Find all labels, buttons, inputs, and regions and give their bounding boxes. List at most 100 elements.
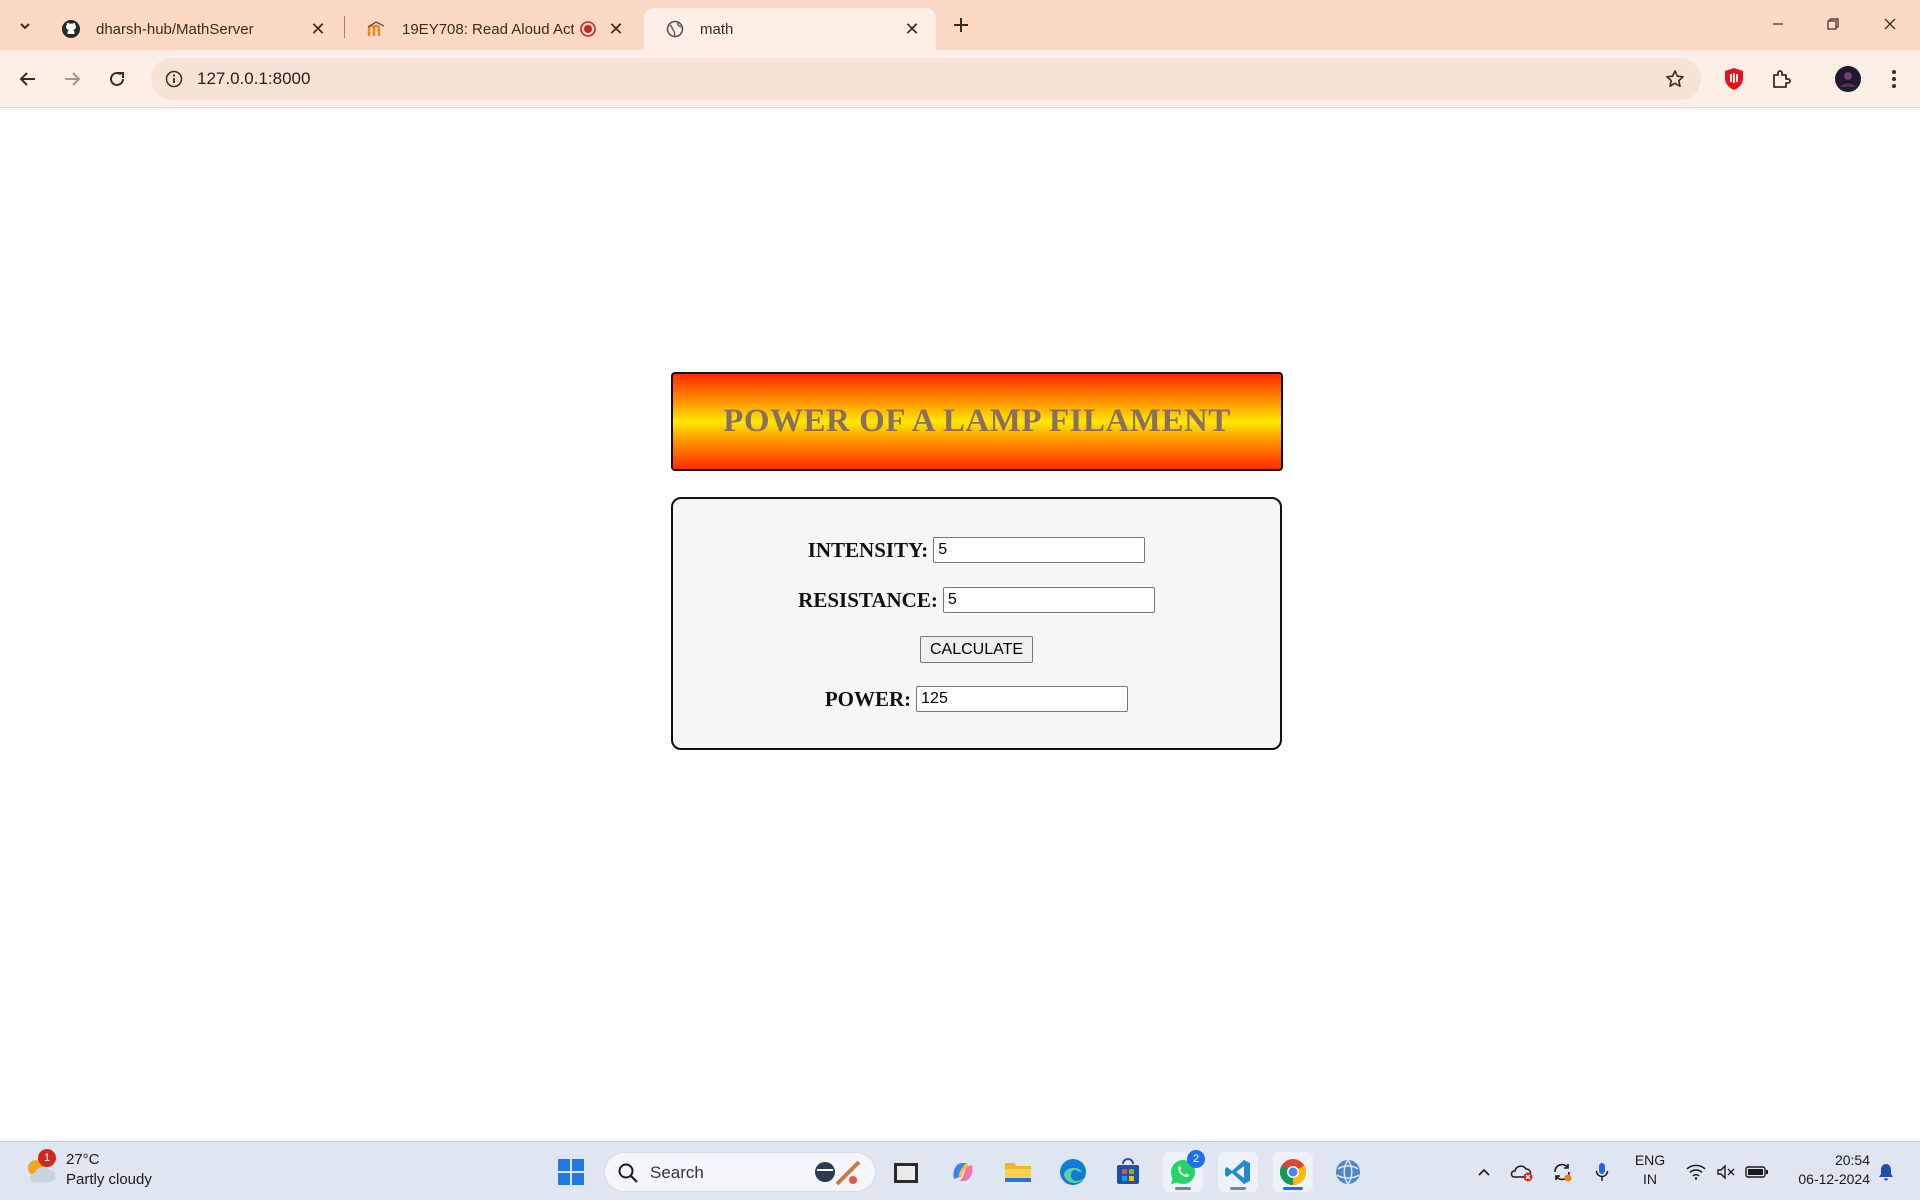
task-view-icon — [894, 1163, 918, 1183]
folder-icon — [1005, 1163, 1031, 1182]
bookmark-star-icon[interactable] — [1663, 67, 1687, 91]
microphone-icon[interactable] — [1590, 1152, 1614, 1192]
weather-widget[interactable]: 1 27°C Partly cloudy — [22, 1149, 152, 1190]
reload-icon — [110, 71, 124, 86]
show-hidden-icons-button[interactable] — [1472, 1152, 1496, 1192]
chevron-down-icon — [20, 23, 30, 30]
minimize-icon — [1773, 23, 1783, 25]
battery-icon[interactable] — [1744, 1152, 1770, 1192]
resistance-input[interactable] — [942, 587, 1155, 613]
menu-kebab-icon[interactable] — [1878, 63, 1910, 95]
close-icon[interactable]: ✕ — [604, 17, 628, 41]
vscode-button[interactable] — [1218, 1152, 1258, 1192]
language-code: ENG — [1634, 1152, 1666, 1168]
back-button[interactable] — [12, 63, 44, 95]
weather-temp: 27°C — [66, 1151, 100, 1168]
github-icon — [60, 18, 82, 40]
volume-muted-icon[interactable] — [1714, 1152, 1738, 1192]
url-text: 127.0.0.1:8000 — [197, 69, 311, 88]
notification-bell-icon[interactable] — [1874, 1152, 1898, 1192]
tab-github[interactable]: dharsh-hub/MathServer ✕ — [40, 8, 342, 50]
running-indicator — [1230, 1187, 1246, 1190]
reload-button[interactable] — [101, 63, 133, 95]
sync-icon[interactable] — [1548, 1152, 1576, 1192]
taskbar-search[interactable]: Search — [604, 1152, 876, 1192]
clock-time: 20:54 — [1834, 1152, 1870, 1168]
wifi-icon[interactable] — [1684, 1152, 1708, 1192]
windows-icon — [558, 1159, 584, 1185]
running-indicator — [1175, 1187, 1191, 1190]
restore-button[interactable] — [1813, 8, 1853, 40]
extension-shield-icon[interactable] — [1718, 63, 1750, 95]
power-output[interactable] — [916, 686, 1129, 712]
close-icon — [1884, 18, 1896, 30]
search-highlight-icon — [809, 1158, 863, 1193]
resistance-row: RESISTANCE: — [673, 587, 1280, 613]
chrome-button[interactable] — [1273, 1152, 1313, 1192]
copilot-button[interactable] — [943, 1152, 983, 1192]
plus-icon — [954, 18, 968, 32]
globe-icon — [664, 18, 686, 40]
whatsapp-button[interactable]: 2 — [1163, 1150, 1205, 1192]
edge-icon — [1060, 1159, 1086, 1185]
info-icon[interactable] — [163, 68, 185, 90]
profile-avatar[interactable] — [1832, 63, 1864, 95]
address-bar[interactable]: 127.0.0.1:8000 — [151, 58, 1701, 100]
tab-title: 19EY708: Read Aloud Activi — [402, 20, 574, 38]
tab-title: dharsh-hub/MathServer — [96, 20, 254, 38]
weather-badge: 1 — [38, 1149, 56, 1167]
restore-icon — [1827, 18, 1839, 30]
intensity-label: INTENSITY: — [807, 537, 929, 562]
clock[interactable]: 20:54 06-12-2024 — [1780, 1151, 1870, 1189]
active-indicator — [1283, 1187, 1303, 1190]
weather-partly-cloudy-icon: 1 — [22, 1149, 58, 1188]
tab-search-button[interactable] — [10, 11, 40, 41]
task-view-button[interactable] — [886, 1152, 926, 1192]
tab-strip: dharsh-hub/MathServer ✕ 19EY708: Read Al… — [0, 0, 1920, 50]
page-title: POWER OF A LAMP FILAMENT — [723, 403, 1231, 439]
copilot-icon — [953, 1163, 973, 1181]
close-icon[interactable]: ✕ — [306, 17, 330, 41]
page-title-banner: POWER OF A LAMP FILAMENT — [671, 372, 1283, 471]
chevron-up-icon — [1478, 1168, 1490, 1176]
globe-app-icon — [1336, 1159, 1360, 1185]
onedrive-error-icon[interactable] — [1508, 1152, 1536, 1192]
intensity-row: INTENSITY: — [673, 537, 1280, 563]
close-icon[interactable]: ✕ — [900, 17, 924, 41]
close-window-button[interactable] — [1870, 8, 1910, 40]
calculator-form: INTENSITY: RESISTANCE: CALCULATE POWER: — [671, 497, 1282, 750]
calculate-row: CALCULATE — [673, 636, 1280, 663]
start-button[interactable] — [551, 1152, 591, 1192]
taskbar: 1 27°C Partly cloudy Search 2 ENG IN 20:… — [0, 1141, 1920, 1200]
clock-date: 06-12-2024 — [1798, 1171, 1870, 1187]
store-icon — [1117, 1158, 1139, 1184]
tab-read-aloud[interactable]: 19EY708: Read Aloud Activi ✕ — [346, 8, 640, 50]
tab-math[interactable]: math ✕ — [644, 8, 936, 50]
new-tab-button[interactable] — [946, 10, 976, 40]
extensions-puzzle-icon[interactable] — [1765, 63, 1797, 95]
arrow-left-icon — [19, 72, 35, 86]
language-indicator[interactable]: ENG IN — [1630, 1151, 1670, 1189]
power-label: POWER: — [824, 686, 912, 711]
forward-button[interactable] — [56, 63, 88, 95]
file-explorer-button[interactable] — [998, 1152, 1038, 1192]
recording-icon — [580, 21, 596, 37]
globe-app-button[interactable] — [1328, 1152, 1368, 1192]
vscode-icon — [1225, 1160, 1250, 1184]
tab-title: math — [700, 20, 734, 38]
edge-button[interactable] — [1053, 1152, 1093, 1192]
browser-toolbar: 127.0.0.1:8000 — [0, 50, 1920, 108]
search-placeholder: Search — [650, 1163, 704, 1182]
tab-separator — [344, 16, 345, 38]
search-icon — [617, 1162, 639, 1189]
region-code: IN — [1643, 1171, 1657, 1187]
whatsapp-badge: 2 — [1187, 1150, 1205, 1168]
calculate-button[interactable]: CALCULATE — [919, 636, 1034, 663]
moodle-icon — [366, 18, 388, 40]
arrow-right-icon — [65, 72, 81, 86]
intensity-input[interactable] — [933, 537, 1146, 563]
power-row: POWER: — [673, 686, 1280, 712]
minimize-button[interactable] — [1758, 8, 1798, 40]
chrome-icon — [1279, 1159, 1307, 1186]
store-button[interactable] — [1108, 1152, 1148, 1192]
